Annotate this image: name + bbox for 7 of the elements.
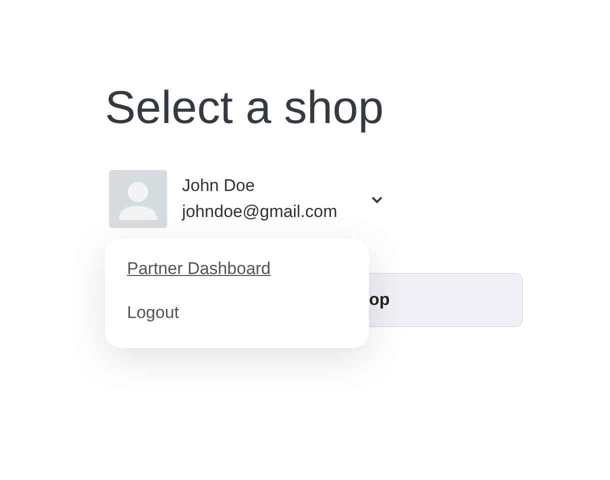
page-title: Select a shop — [105, 80, 385, 134]
menu-item[interactable]: Logout — [127, 302, 179, 324]
menu-link[interactable]: Partner Dashboard — [127, 258, 271, 280]
chevron-down-icon[interactable] — [371, 196, 384, 204]
user-email: johndoe@gmail.com — [182, 201, 338, 223]
avatar-icon — [109, 170, 167, 228]
user-name: John Doe — [182, 175, 256, 197]
